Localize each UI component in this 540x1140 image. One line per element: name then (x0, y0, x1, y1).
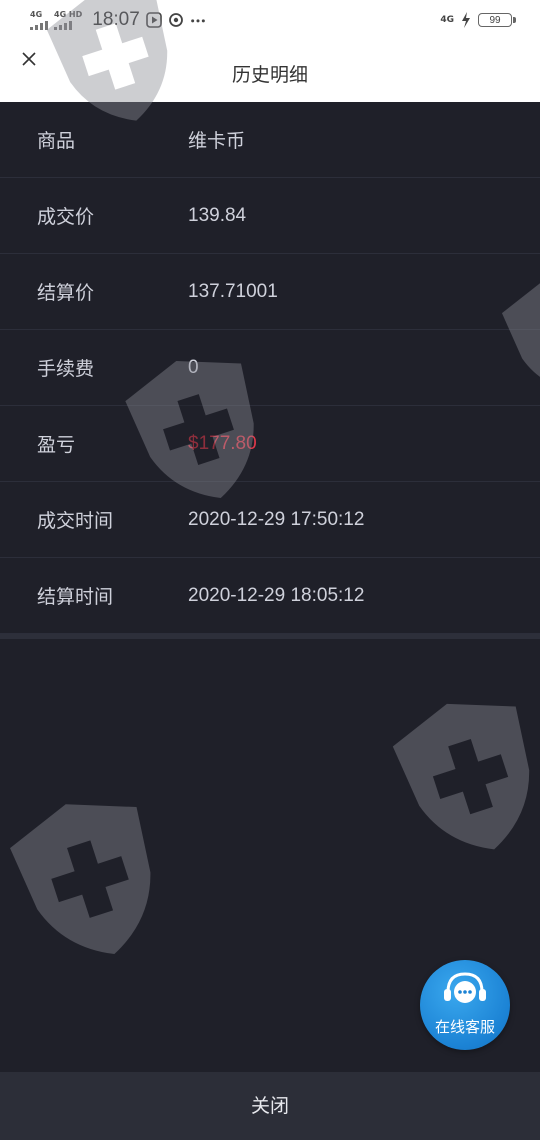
customer-service-label: 在线客服 (434, 1018, 495, 1036)
close-button[interactable]: 关闭 (0, 1072, 540, 1140)
settle-price-label: 结算价 (37, 282, 95, 304)
fee-label: 手续费 (37, 358, 95, 380)
detail-row-product: 商品 维卡币 (0, 102, 540, 178)
settle-time-label: 结算时间 (37, 586, 114, 608)
close-button-label: 关闭 (250, 1095, 289, 1117)
deal-price-label: 成交价 (37, 206, 95, 228)
detail-row-settle-price: 结算价 137.71001 (0, 254, 540, 330)
page-title: 历史明细 (231, 64, 308, 86)
detail-row-fee: 手续费 0 (0, 330, 540, 406)
more-dots-icon (190, 12, 206, 28)
detail-list: 商品 维卡币 成交价 139.84 结算价 137.71001 手续费 0 盈亏… (0, 102, 540, 634)
profit-loss-value: $177.80 (188, 432, 257, 454)
shield-watermark-icon (10, 804, 151, 955)
battery-level: 99 (489, 14, 501, 26)
clock-time: 18:07 (92, 9, 140, 30)
sim1-label: 4G (30, 9, 43, 19)
status-left: 4G 4G HD 18:07 (30, 9, 206, 31)
profit-loss-label: 盈亏 (37, 434, 76, 456)
deal-price-value: 139.84 (188, 204, 247, 226)
signal-sim2-icon: 4G HD (54, 9, 83, 30)
settle-time-value: 2020-12-29 18:05:12 (188, 584, 365, 606)
shield-watermark-icon (392, 703, 530, 850)
battery-icon: 99 (478, 13, 516, 27)
detail-row-settle-time: 结算时间 2020-12-29 18:05:12 (0, 558, 540, 634)
status-right: 4G 99 (440, 11, 516, 29)
detail-row-profit-loss: 盈亏 $177.80 (0, 406, 540, 482)
customer-service-button[interactable]: 在线客服 (420, 960, 510, 1050)
detail-row-deal-time: 成交时间 2020-12-29 17:50:12 (0, 482, 540, 558)
status-bar: 4G 4G HD 18:07 4G 99 (0, 0, 540, 40)
media-play-icon (146, 12, 162, 28)
sync-icon (168, 12, 184, 28)
sim2-label: 4G HD (54, 9, 83, 19)
fee-value: 0 (188, 356, 199, 378)
network-type: 4G (440, 14, 454, 25)
nav-header: 历史明细 (0, 40, 540, 102)
product-value: 维卡币 (188, 130, 246, 152)
settle-price-value: 137.71001 (188, 280, 278, 302)
deal-time-label: 成交时间 (37, 510, 114, 532)
product-label: 商品 (37, 130, 76, 152)
detail-row-deal-price: 成交价 139.84 (0, 178, 540, 254)
deal-time-value: 2020-12-29 17:50:12 (188, 508, 365, 530)
list-divider (0, 634, 540, 639)
headset-chat-icon (444, 972, 486, 1003)
signal-sim1-icon: 4G (30, 9, 48, 30)
charging-bolt-icon (458, 12, 474, 28)
